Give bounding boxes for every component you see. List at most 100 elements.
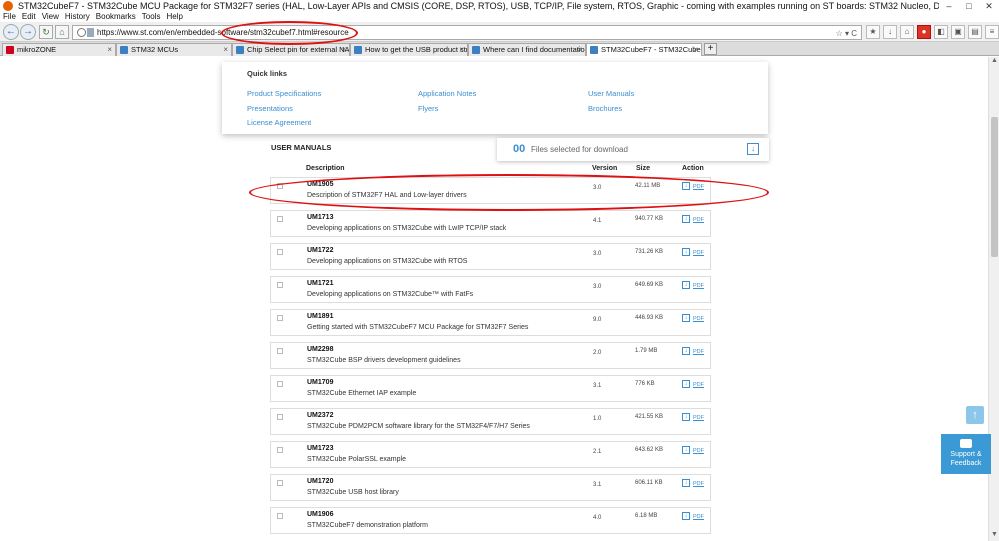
pdf-link[interactable]: PDF [693,382,704,388]
tab-usb-product-string[interactable]: How to get the USB product string... × [350,43,468,56]
pdf-link[interactable]: PDF [693,415,704,421]
row-checkbox[interactable] [277,315,283,321]
download-icon[interactable]: ↓ [682,380,690,388]
row-checkbox[interactable] [277,480,283,486]
download-icon[interactable]: ↓ [682,182,690,190]
download-icon[interactable]: ↓ [682,479,690,487]
download-icon[interactable]: ↓ [682,281,690,289]
manual-description[interactable]: STM32Cube Ethernet IAP example [307,390,416,397]
link-user-manuals[interactable]: User Manuals [588,89,634,98]
manual-description[interactable]: STM32Cube BSP drivers development guidel… [307,357,461,364]
extension-icon[interactable]: ◧ [934,25,948,39]
table-row: UM1720 STM32Cube USB host library 3.1 606.1… [270,474,711,501]
tab-close-icon[interactable]: × [459,44,464,56]
pdf-link[interactable]: PDF [693,217,704,223]
download-selected-icon[interactable]: ↓ [747,143,759,155]
back-to-top-button[interactable]: ↑ [966,406,984,424]
manual-description[interactable]: Developing applications on STM32Cube wit… [307,258,467,265]
manual-description[interactable]: Developing applications on STM32Cube™ wi… [307,291,473,298]
row-checkbox[interactable] [277,249,283,255]
link-license-agreement[interactable]: License Agreement [247,118,311,127]
pdf-link[interactable]: PDF [693,514,704,520]
pdf-link[interactable]: PDF [693,283,704,289]
manual-description[interactable]: Description of STM32F7 HAL and Low-layer… [307,192,467,199]
new-tab-button[interactable]: + [704,43,717,55]
pdf-link[interactable]: PDF [693,250,704,256]
tab-documentation[interactable]: Where can I find documentation... × [468,43,586,56]
tab-close-icon[interactable]: × [693,44,698,56]
row-checkbox[interactable] [277,183,283,189]
bookmark-icon[interactable]: ★ [866,25,880,39]
row-checkbox[interactable] [277,216,283,222]
link-application-notes[interactable]: Application Notes [418,89,476,98]
link-presentations[interactable]: Presentations [247,104,293,113]
tab-mikrozone[interactable]: mikroZONE × [2,43,116,56]
row-checkbox[interactable] [277,447,283,453]
forward-icon[interactable]: → [20,24,36,40]
tab-stm32-mcus[interactable]: STM32 MCUs × [116,43,232,56]
menu-tools[interactable]: Tools [142,12,161,22]
tab-chip-select[interactable]: Chip Select pin for external NAND... × [232,43,350,56]
menu-file[interactable]: File [3,12,16,22]
minimize-button[interactable]: – [939,0,959,12]
support-feedback-button[interactable]: Support & Feedback [941,434,991,474]
url-actions[interactable]: ☆ ▾ C [836,27,857,40]
pdf-link[interactable]: PDF [693,349,704,355]
row-checkbox[interactable] [277,348,283,354]
menu-help[interactable]: Help [166,12,182,22]
menu-hamburger-icon[interactable]: ≡ [985,25,999,39]
close-window-button[interactable]: ✕ [979,0,999,12]
url-bar[interactable]: https://www.st.com/en/embedded-software/… [72,25,862,40]
manual-description[interactable]: STM32Cube USB host library [307,489,399,496]
link-brochures[interactable]: Brochures [588,104,622,113]
reload-icon[interactable]: ↻ [39,25,53,39]
menu-history[interactable]: History [65,12,90,22]
download-icon[interactable]: ↓ [682,446,690,454]
scroll-up-icon[interactable]: ▲ [989,57,999,67]
home-toolbar-icon[interactable]: ⌂ [900,25,914,39]
row-checkbox[interactable] [277,381,283,387]
manual-description[interactable]: Developing applications on STM32Cube wit… [307,225,506,232]
tab-stm32cubef7[interactable]: STM32CubeF7 - STM32Cube MCU... × [586,43,702,56]
back-icon[interactable]: ← [3,24,19,40]
pdf-link[interactable]: PDF [693,184,704,190]
manual-description[interactable]: STM32CubeF7 demonstration platform [307,522,428,529]
pdf-link[interactable]: PDF [693,448,704,454]
manual-description[interactable]: STM32Cube PolarSSL example [307,456,406,463]
screenshot-icon[interactable]: ▣ [951,25,965,39]
tab-close-icon[interactable]: × [107,44,112,56]
tab-close-icon[interactable]: × [341,44,346,56]
download-icon[interactable]: ↓ [883,25,897,39]
download-icon[interactable]: ↓ [682,248,690,256]
maximize-button[interactable]: □ [959,0,979,12]
adblock-icon[interactable]: ● [917,25,931,39]
sidebar-icon[interactable]: ▤ [968,25,982,39]
link-product-specifications[interactable]: Product Specifications [247,89,321,98]
download-icon[interactable]: ↓ [682,413,690,421]
download-icon[interactable]: ↓ [682,314,690,322]
link-flyers[interactable]: Flyers [418,104,438,113]
scrollbar-thumb[interactable] [991,117,998,257]
manual-code: UM1720 [307,478,334,485]
pdf-link[interactable]: PDF [693,316,704,322]
tab-close-icon[interactable]: × [223,44,228,56]
pdf-link[interactable]: PDF [693,481,704,487]
menu-edit[interactable]: Edit [22,12,36,22]
scroll-down-icon[interactable]: ▼ [989,531,999,541]
manual-size: 446.93 KB [635,315,664,321]
manual-size: 776 KB [635,381,655,387]
menu-view[interactable]: View [42,12,59,22]
home-icon[interactable]: ⌂ [55,25,69,39]
feedback-label: Feedback [950,460,982,467]
download-icon[interactable]: ↓ [682,512,690,520]
row-checkbox[interactable] [277,513,283,519]
menu-bookmarks[interactable]: Bookmarks [96,12,136,22]
tab-close-icon[interactable]: × [577,44,582,56]
row-checkbox[interactable] [277,282,283,288]
manual-version: 3.0 [593,284,602,290]
download-icon[interactable]: ↓ [682,347,690,355]
row-checkbox[interactable] [277,414,283,420]
manual-description[interactable]: STM32Cube PDM2PCM software library for t… [307,423,530,430]
manual-description[interactable]: Getting started with STM32CubeF7 MCU Pac… [307,324,528,331]
download-icon[interactable]: ↓ [682,215,690,223]
